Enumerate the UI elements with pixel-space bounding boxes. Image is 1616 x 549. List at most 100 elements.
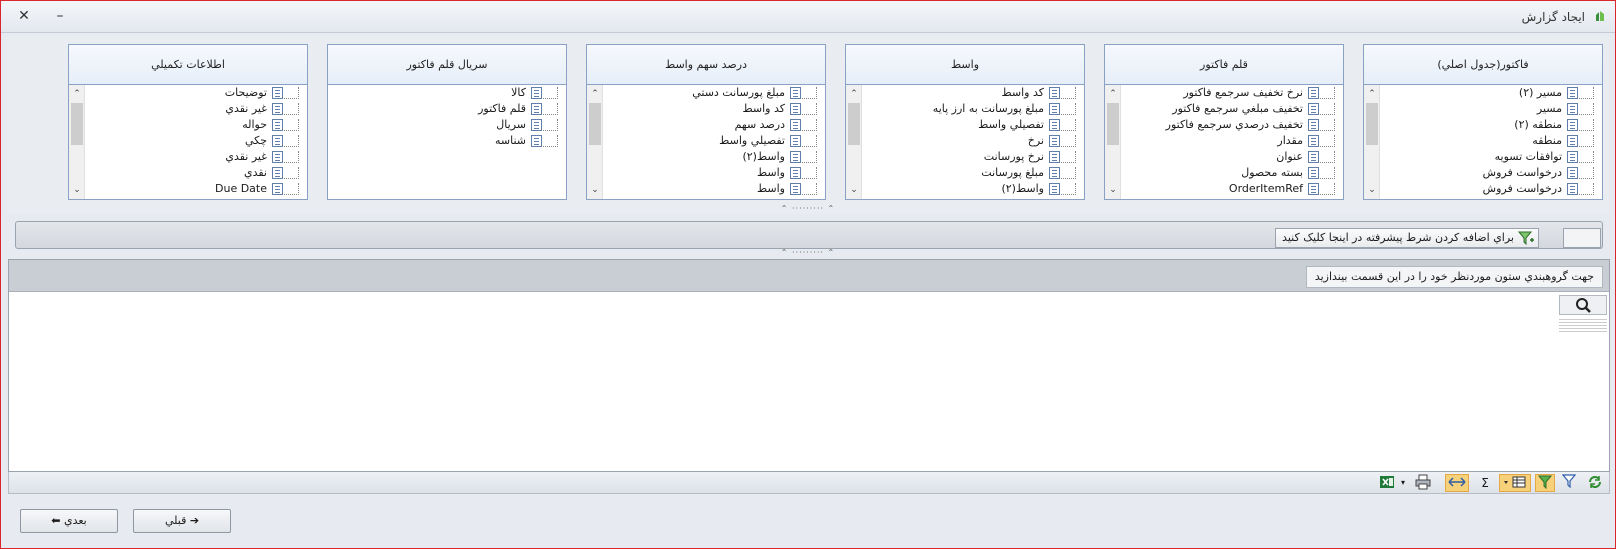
export-excel-icon[interactable] — [1377, 474, 1397, 492]
scroll-up-icon[interactable]: ⌃ — [587, 87, 603, 101]
field-item[interactable]: بسته محصول — [1105, 165, 1343, 181]
scroll-up-icon[interactable]: ⌃ — [1105, 87, 1121, 101]
title-bar: ايجاد گزارش ✕ – — [1, 1, 1615, 33]
field-icon — [531, 135, 542, 147]
vertical-scrollbar[interactable]: ⌃ ⌄ — [1105, 85, 1121, 199]
field-item[interactable]: توضيحات — [69, 85, 307, 101]
scroll-down-icon[interactable]: ⌄ — [1364, 183, 1380, 197]
filter-active-icon[interactable] — [1535, 474, 1555, 492]
column-chooser-icon[interactable] — [1499, 474, 1531, 492]
scroll-down-icon[interactable]: ⌄ — [69, 183, 85, 197]
vertical-scrollbar[interactable]: ⌃ ⌄ — [1364, 85, 1380, 199]
scroll-up-icon[interactable]: ⌃ — [846, 87, 862, 101]
filter-icon[interactable] — [1559, 474, 1579, 492]
field-label: نرخ پورسانت — [983, 150, 1044, 163]
scroll-up-icon[interactable]: ⌃ — [1364, 87, 1380, 101]
field-item[interactable]: درصد سهم — [587, 117, 825, 133]
previous-button[interactable]: ➔ قبلي — [133, 509, 231, 533]
scroll-thumb[interactable] — [589, 103, 601, 145]
field-item[interactable]: مبلغ پورسانت — [846, 165, 1084, 181]
filter-side-box[interactable] — [1563, 228, 1601, 248]
field-item[interactable]: درخواست فروش — [1364, 165, 1602, 181]
field-list[interactable]: توضيحات غير نقدي حواله چکي غير نقدي نقدي Due D… — [69, 85, 307, 199]
next-button[interactable]: بعدي ⬅ — [20, 509, 118, 533]
field-icon — [790, 135, 801, 147]
field-icon — [1049, 151, 1060, 163]
group-by-panel[interactable]: جهت گروهبندي ستون موردنظر خود را در اين … — [9, 260, 1609, 292]
field-item[interactable]: مسير (۲) — [1364, 85, 1602, 101]
field-list[interactable]: کد واسط مبلغ پورسانت به ارز پايه تفصيلي وا… — [846, 85, 1084, 199]
field-item[interactable]: کالا — [328, 85, 566, 101]
field-item[interactable]: غير نقدي — [69, 149, 307, 165]
field-item[interactable]: توافقات تسويه — [1364, 149, 1602, 165]
scroll-down-icon[interactable]: ⌄ — [587, 183, 603, 197]
field-label: درخواست فروش — [1482, 166, 1562, 179]
field-icon — [1567, 119, 1578, 131]
field-item[interactable]: واسط — [587, 181, 825, 197]
field-item[interactable]: مسير — [1364, 101, 1602, 117]
field-item[interactable]: چکي — [69, 133, 307, 149]
scroll-down-icon[interactable]: ⌄ — [846, 183, 862, 197]
field-label: واسط — [756, 166, 785, 179]
scroll-thumb[interactable] — [1107, 103, 1119, 145]
grid-search-button[interactable] — [1559, 295, 1607, 315]
field-item[interactable]: واسط(۲) — [846, 181, 1084, 197]
vertical-scrollbar[interactable]: ⌃ ⌄ — [69, 85, 85, 199]
middle-splitter[interactable]: ⌃ ········· ⌃ — [1, 249, 1615, 257]
field-item[interactable]: نرخ — [846, 133, 1084, 149]
field-item[interactable]: منطقه (۲) — [1364, 117, 1602, 133]
field-item[interactable]: درخواست فروش — [1364, 181, 1602, 197]
field-icon — [1308, 135, 1319, 147]
fit-columns-icon[interactable] — [1445, 474, 1469, 492]
field-item[interactable]: عنوان — [1105, 149, 1343, 165]
minimize-button[interactable]: – — [51, 7, 69, 25]
field-list[interactable]: کالا قلم فاکتور سريال شناسه — [328, 85, 566, 199]
grid-toolbar: Σ ▾ — [8, 472, 1610, 494]
field-icon — [531, 119, 542, 131]
field-item[interactable]: منطقه — [1364, 133, 1602, 149]
vertical-scrollbar[interactable]: ⌃ ⌄ — [587, 85, 603, 199]
field-icon — [1308, 183, 1319, 195]
field-item[interactable]: واسط(۲) — [587, 149, 825, 165]
field-icon — [1308, 167, 1319, 179]
sum-icon[interactable]: Σ — [1475, 474, 1495, 492]
print-icon[interactable] — [1413, 474, 1433, 492]
field-item[interactable]: شناسه — [328, 133, 566, 149]
field-item[interactable]: نرخ پورسانت — [846, 149, 1084, 165]
field-item[interactable]: نرخ تخفيف سرجمع فاکتور — [1105, 85, 1343, 101]
scroll-thumb[interactable] — [71, 103, 83, 145]
field-label: واسط(۲) — [742, 150, 785, 163]
field-item[interactable]: نقدي — [69, 165, 307, 181]
field-item[interactable]: حواله — [69, 117, 307, 133]
field-item[interactable]: Due Date — [69, 181, 307, 197]
vertical-scrollbar[interactable]: ⌃ ⌄ — [846, 85, 862, 199]
field-list[interactable]: مبلغ پورسانت دستي کد واسط درصد سهم تفصيلي و… — [587, 85, 825, 199]
field-item[interactable]: قلم فاکتور — [328, 101, 566, 117]
field-item[interactable]: تفصيلي واسط — [846, 117, 1084, 133]
field-item[interactable]: تخفيف مبلغي سرجمع فاکتور — [1105, 101, 1343, 117]
field-item[interactable]: کد واسط — [587, 101, 825, 117]
field-label: Due Date — [215, 182, 267, 195]
field-item[interactable]: واسط — [587, 165, 825, 181]
field-item[interactable]: OrderItemRef — [1105, 181, 1343, 197]
field-item[interactable]: تفصيلي واسط — [587, 133, 825, 149]
field-item[interactable]: تخفيف درصدي سرجمع فاکتور — [1105, 117, 1343, 133]
close-button[interactable]: ✕ — [15, 7, 33, 25]
footer-nav: ➔ قبلي بعدي ⬅ — [1, 497, 1615, 548]
field-item[interactable]: کد واسط — [846, 85, 1084, 101]
field-item[interactable]: مقدار — [1105, 133, 1343, 149]
scroll-up-icon[interactable]: ⌃ — [69, 87, 85, 101]
field-list[interactable]: نرخ تخفيف سرجمع فاکتور تخفيف مبلغي سرجمع … — [1105, 85, 1343, 199]
field-item[interactable]: مبلغ پورسانت دستي — [587, 85, 825, 101]
field-item[interactable]: سريال — [328, 117, 566, 133]
top-splitter[interactable]: ⌃ ········· ⌃ — [1, 205, 1615, 213]
refresh-icon[interactable] — [1585, 474, 1605, 492]
field-item[interactable]: مبلغ پورسانت به ارز پايه — [846, 101, 1084, 117]
field-list[interactable]: مسير (۲) مسير منطقه (۲) منطقه توافقات تسويه د… — [1364, 85, 1602, 199]
scroll-thumb[interactable] — [848, 103, 860, 145]
scroll-down-icon[interactable]: ⌄ — [1105, 183, 1121, 197]
report-window: ايجاد گزارش ✕ – فاکتور(جدول اصلي) مسير (۲… — [0, 0, 1616, 549]
field-item[interactable]: غير نقدي — [69, 101, 307, 117]
scroll-thumb[interactable] — [1366, 103, 1378, 145]
add-advanced-filter-button[interactable]: براي اضافه کردن شرط پيشرفته در اينجا کلي… — [1275, 228, 1539, 248]
